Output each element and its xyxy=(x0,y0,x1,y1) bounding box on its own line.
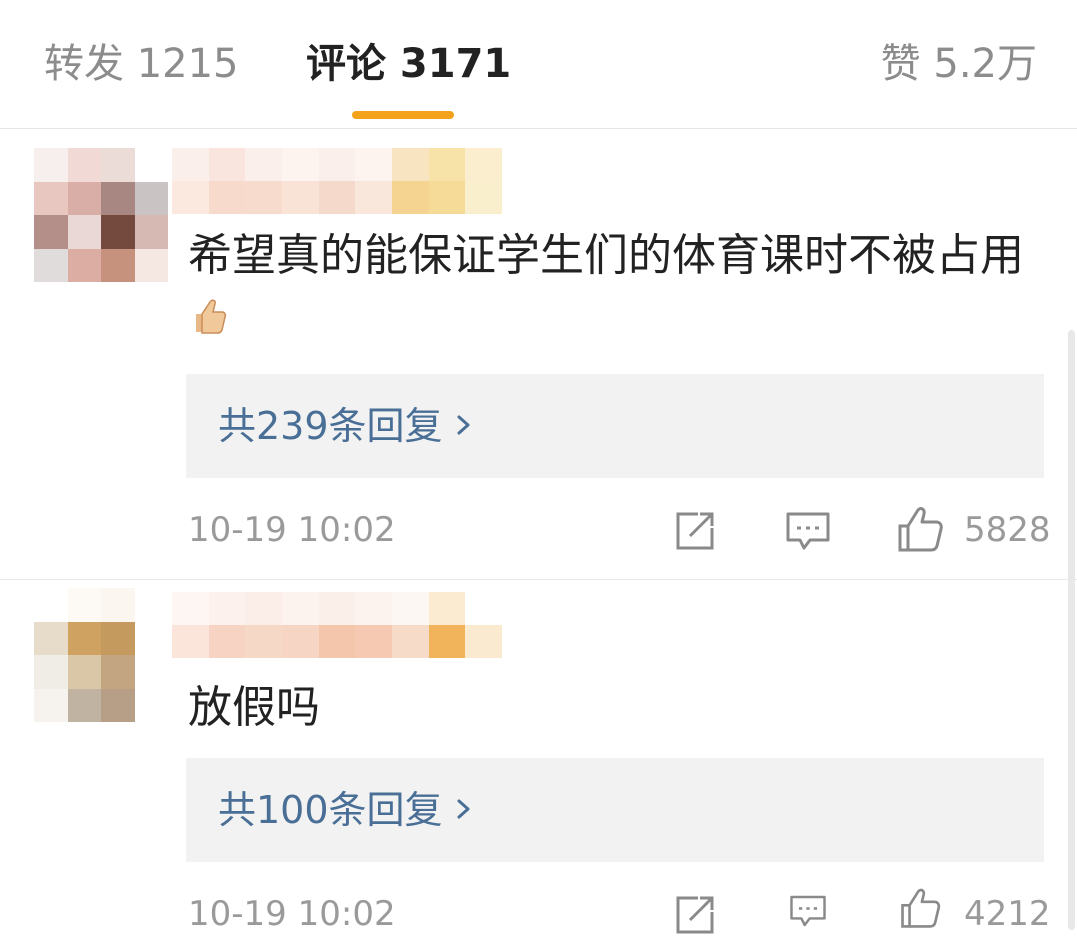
comment-text: 放假吗 xyxy=(188,682,320,733)
comment-icon[interactable] xyxy=(784,892,832,930)
username-blurred[interactable] xyxy=(172,592,502,658)
chevron-right-icon xyxy=(457,799,470,819)
tab-reposts[interactable]: 转发 1215 xyxy=(44,38,239,90)
like-count: 5828 xyxy=(964,510,1051,550)
view-replies-link[interactable]: 共100条回复 xyxy=(218,784,479,836)
comment-timestamp: 10-19 10:02 xyxy=(188,510,396,550)
like-icon[interactable] xyxy=(896,504,946,554)
replies-box[interactable]: 共239条回复 xyxy=(186,374,1044,478)
share-icon[interactable] xyxy=(672,508,718,554)
scrollbar[interactable] xyxy=(1068,330,1075,930)
replies-box[interactable]: 共100条回复 xyxy=(186,758,1044,862)
tab-bar: 转发 1215 评论 3171 赞 5.2万 xyxy=(0,0,1077,129)
view-replies-link[interactable]: 共239条回复 xyxy=(218,400,479,452)
comment-text: 希望真的能保证学生们的体育课时不被占用 xyxy=(188,224,1028,352)
comment-divider xyxy=(0,579,1077,580)
like-icon[interactable] xyxy=(896,886,946,930)
share-icon[interactable] xyxy=(672,892,718,938)
tab-likes[interactable]: 赞 5.2万 xyxy=(881,38,1037,90)
tab-comments[interactable]: 评论 3171 xyxy=(306,38,511,90)
chevron-right-icon xyxy=(457,415,470,435)
like-count: 4212 xyxy=(964,894,1051,934)
avatar[interactable] xyxy=(34,588,168,722)
username-blurred[interactable] xyxy=(172,148,502,214)
thumbs-up-emoji xyxy=(196,299,227,334)
comment-timestamp: 10-19 10:02 xyxy=(188,894,396,934)
avatar[interactable] xyxy=(34,148,168,282)
comment-icon[interactable] xyxy=(784,508,832,554)
active-tab-indicator xyxy=(352,111,454,119)
